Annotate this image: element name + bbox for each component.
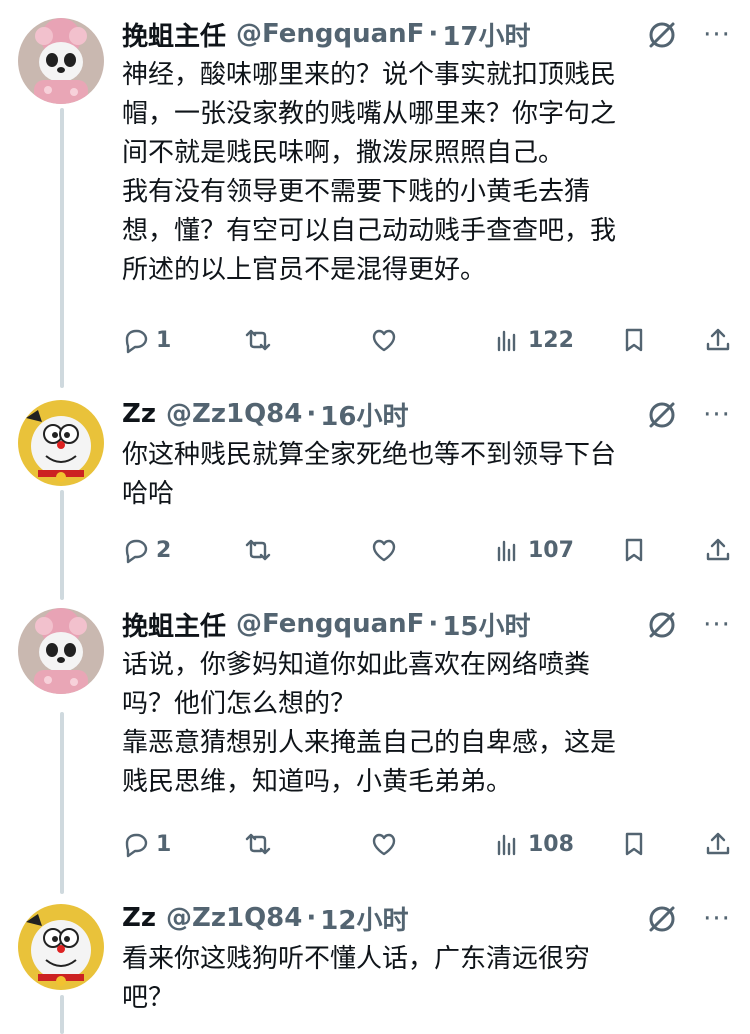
thread-line <box>60 712 64 894</box>
grok-icon[interactable] <box>645 18 679 52</box>
tweet-text: 你这种贱民就算全家死绝也等不到领导下台 哈哈 <box>122 440 617 509</box>
like-icon <box>372 539 396 562</box>
like-button[interactable] <box>370 824 398 864</box>
display-name[interactable]: Zz <box>122 903 156 933</box>
views-button[interactable]: 107 <box>494 530 574 570</box>
avatar[interactable] <box>18 400 104 486</box>
tweet-header: 挽蛆主任 @FengquanF · 17小时 <box>122 14 531 54</box>
retweet-icon <box>245 539 271 561</box>
tweet-actions: 1 122 <box>118 320 738 360</box>
views-icon <box>497 330 516 352</box>
bookmark-icon <box>625 832 643 856</box>
views-icon <box>497 540 516 562</box>
bookmark-button[interactable] <box>620 530 648 570</box>
like-icon <box>372 329 396 352</box>
retweet-icon <box>245 329 271 351</box>
tweet-header: Zz @Zz1Q84 · 12小时 <box>122 898 408 938</box>
share-icon <box>706 538 730 561</box>
separator-dot: · <box>428 19 439 49</box>
reply-count: 2 <box>156 537 172 563</box>
share-icon <box>706 832 730 855</box>
tweet-text: 看来你这贱狗听不懂人话，广东清远很穷 吧？ <box>122 944 591 1013</box>
timestamp[interactable]: 17小时 <box>442 16 530 53</box>
share-button[interactable] <box>704 530 732 570</box>
bookmark-button[interactable] <box>620 824 648 864</box>
bookmark-button[interactable] <box>620 320 648 360</box>
grok-icon[interactable] <box>645 398 679 432</box>
views-icon <box>497 834 516 856</box>
more-icon[interactable]: ··· <box>700 608 734 642</box>
like-button[interactable] <box>370 530 398 570</box>
retweet-button[interactable] <box>244 824 272 864</box>
grok-icon[interactable] <box>645 902 679 936</box>
retweet-button[interactable] <box>244 530 272 570</box>
more-icon[interactable]: ··· <box>700 902 734 936</box>
timestamp[interactable]: 16小时 <box>320 396 408 433</box>
tweet-header: Zz @Zz1Q84 · 16小时 <box>122 394 408 434</box>
share-button[interactable] <box>704 320 732 360</box>
more-icon[interactable]: ··· <box>700 398 734 432</box>
avatar[interactable] <box>18 608 104 694</box>
display-name[interactable]: 挽蛆主任 <box>122 606 226 643</box>
avatar[interactable] <box>18 904 104 990</box>
reply-count: 1 <box>156 327 172 353</box>
reply-icon <box>125 329 148 354</box>
views-count: 108 <box>528 831 574 857</box>
views-count: 107 <box>528 537 574 563</box>
views-button[interactable]: 108 <box>494 824 574 864</box>
tweet-text: 话说，你爹妈知道你如此喜欢在网络喷粪 吗？他们怎么想的？ 靠恶意猜想别人来掩盖自… <box>122 650 617 797</box>
separator-dot: · <box>306 399 317 429</box>
share-icon <box>706 328 730 351</box>
thread-line <box>60 108 64 388</box>
reply-button[interactable]: 1 <box>122 824 171 864</box>
timestamp[interactable]: 12小时 <box>320 900 408 937</box>
reply-button[interactable]: 1 <box>122 320 171 360</box>
display-name[interactable]: 挽蛆主任 <box>122 16 226 53</box>
handle[interactable]: @FengquanF <box>236 609 424 639</box>
grok-icon[interactable] <box>645 608 679 642</box>
views-count: 122 <box>528 327 574 353</box>
bookmark-icon <box>625 328 643 352</box>
reply-count: 1 <box>156 831 172 857</box>
bookmark-icon <box>625 538 643 562</box>
views-button[interactable]: 122 <box>494 320 574 360</box>
reply-icon <box>125 539 148 564</box>
tweet-actions: 2 107 <box>118 530 738 570</box>
tweet-header: 挽蛆主任 @FengquanF · 15小时 <box>122 604 531 644</box>
reply-button[interactable]: 2 <box>122 530 171 570</box>
thread-line <box>60 995 64 1034</box>
thread-line <box>60 490 64 600</box>
like-icon <box>372 833 396 856</box>
like-button[interactable] <box>370 320 398 360</box>
separator-dot: · <box>428 609 439 639</box>
handle[interactable]: @Zz1Q84 <box>166 903 302 933</box>
tweet-actions: 1 108 <box>118 824 738 864</box>
handle[interactable]: @FengquanF <box>236 19 424 49</box>
separator-dot: · <box>306 903 317 933</box>
reply-icon <box>125 833 148 858</box>
share-button[interactable] <box>704 824 732 864</box>
handle[interactable]: @Zz1Q84 <box>166 399 302 429</box>
avatar[interactable] <box>18 18 104 104</box>
display-name[interactable]: Zz <box>122 399 156 429</box>
timestamp[interactable]: 15小时 <box>442 606 530 643</box>
retweet-icon <box>245 833 271 855</box>
retweet-button[interactable] <box>244 320 272 360</box>
more-icon[interactable]: ··· <box>700 18 734 52</box>
tweet-text: 神经，酸味哪里来的？说个事实就扣顶贱民 帽，一张没家教的贱嘴从哪里来？你字句之 … <box>122 60 617 285</box>
